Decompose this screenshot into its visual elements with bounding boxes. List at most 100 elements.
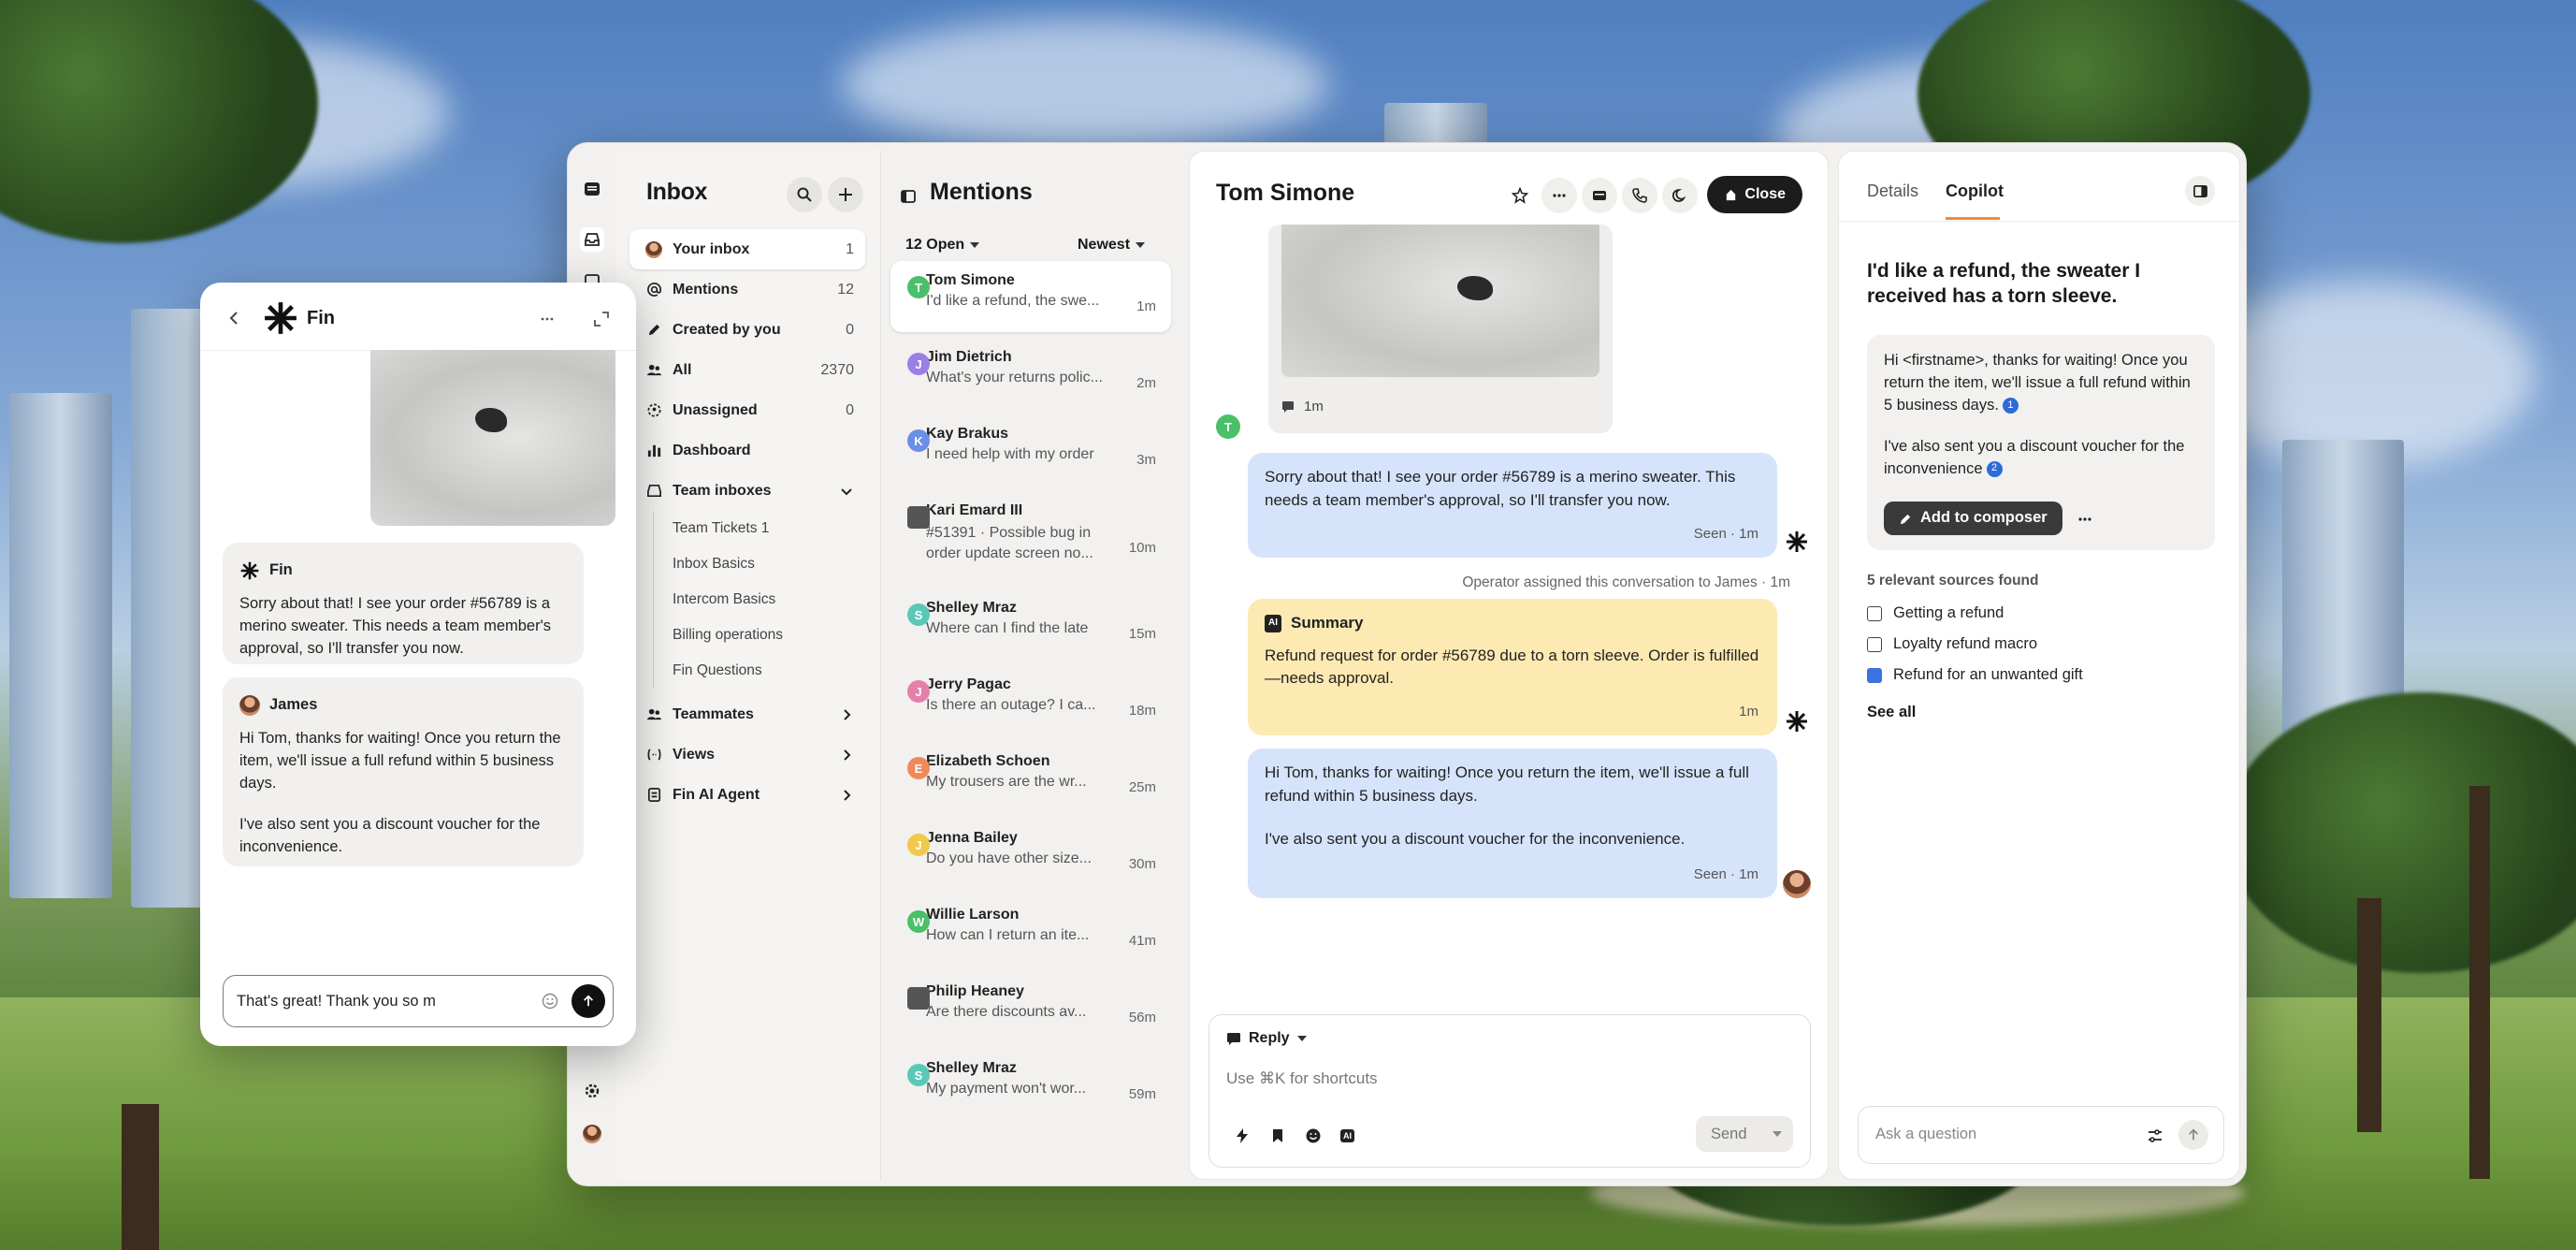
citation-badge[interactable]: 2: [1986, 460, 2003, 477]
ai-compose-icon[interactable]: AI: [1340, 1129, 1354, 1142]
conversation-item[interactable]: E Elizabeth Schoen My trousers are the wr.…: [890, 742, 1171, 813]
bookmark-icon[interactable]: [1269, 1127, 1286, 1144]
conversation-item[interactable]: S Shelley Mraz My payment won't wor... 59m: [890, 1049, 1171, 1120]
nav-teammates[interactable]: Teammates: [630, 694, 865, 734]
tab-details[interactable]: Details: [1867, 182, 1918, 201]
back-arrow-icon[interactable]: [226, 311, 241, 326]
nav-mentions[interactable]: Mentions 12: [630, 269, 865, 310]
panel-toggle-button[interactable]: [2185, 176, 2215, 206]
nav-views[interactable]: Views: [630, 734, 865, 775]
reply-input[interactable]: Use ⌘K for shortcuts: [1226, 1069, 1378, 1088]
conversation-time: 25m: [1128, 779, 1156, 795]
conversation-item[interactable]: Philip Heaney Are there discounts av... 56…: [890, 972, 1171, 1043]
nav-count: 2370: [820, 361, 854, 378]
people-icon: [644, 705, 663, 724]
conversation-item[interactable]: K Kay Brakus I need help with my order 3m: [890, 414, 1171, 486]
nav-count: 0: [846, 321, 854, 338]
nav-dashboard[interactable]: Dashboard: [630, 430, 865, 471]
chevron-right-icon: [844, 749, 851, 761]
conversation-panel: Tom Simone Close 1m T Sorry about that! …: [1189, 151, 1829, 1180]
settings-gear-icon[interactable]: [580, 1079, 604, 1103]
arrow-up-icon: [2189, 1128, 2198, 1141]
workspace-logo-icon[interactable]: [580, 177, 604, 201]
ask-placeholder: Ask a question: [1875, 1126, 1977, 1142]
expand-icon[interactable]: [593, 311, 610, 327]
filter-sliders-icon[interactable]: [2147, 1127, 2164, 1144]
conversation-item[interactable]: J Jim Dietrich What's your returns polic..…: [890, 338, 1171, 409]
conversation-name: Kay Brakus: [926, 426, 1009, 442]
nav-unassigned[interactable]: Unassigned 0: [630, 390, 865, 430]
new-conversation-button[interactable]: [828, 177, 863, 212]
sort-dropdown[interactable]: Newest: [1078, 237, 1146, 254]
conversation-item[interactable]: S Shelley Mraz Where can I find the late 15…: [890, 589, 1171, 660]
star-icon: [1512, 187, 1528, 204]
nav-created-by-you[interactable]: Created by you 0: [630, 310, 865, 350]
reply-mode-dropdown[interactable]: Reply: [1226, 1030, 1307, 1047]
nav-label: Dashboard: [673, 442, 751, 458]
conversation-item[interactable]: W Willie Larson How can I return an ite...…: [890, 895, 1171, 967]
source-item[interactable]: Refund for an unwanted gift: [1867, 666, 2083, 684]
inbox-icon[interactable]: [580, 227, 604, 252]
user-avatar[interactable]: [580, 1122, 604, 1146]
nav-your-inbox[interactable]: Your inbox 1: [630, 229, 865, 269]
widget-message-input[interactable]: That's great! Thank you so m: [223, 975, 614, 1027]
nav-fin-ai-agent[interactable]: Fin AI Agent: [630, 775, 865, 815]
sender-name: Fin: [269, 561, 293, 578]
conversation-item[interactable]: J Jerry Pagac Is there an outage? I ca... 1…: [890, 665, 1171, 736]
conversation-name: Shelley Mraz: [926, 600, 1017, 616]
star-button[interactable]: [1502, 178, 1538, 213]
team-inbox-item[interactable]: Fin Questions: [653, 653, 865, 689]
message-text: Sorry about that! I see your order #5678…: [239, 594, 551, 657]
team-inbox-item[interactable]: Inbox Basics: [653, 546, 865, 582]
see-all-link[interactable]: See all: [1867, 704, 1916, 721]
chevron-right-icon: [844, 708, 851, 720]
snooze-button[interactable]: [1662, 178, 1698, 213]
conversation-item[interactable]: J Jenna Bailey Do you have other size... 30…: [890, 819, 1171, 890]
tab-copilot[interactable]: Copilot: [1946, 182, 2004, 201]
call-button[interactable]: [1622, 178, 1657, 213]
conversation-preview: Where can I find the late: [926, 620, 1089, 636]
conversation-name: Kari Emard III: [926, 502, 1023, 518]
close-conversation-button[interactable]: Close: [1707, 176, 1802, 213]
source-item[interactable]: Getting a refund: [1867, 604, 2004, 622]
team-inbox-item[interactable]: Intercom Basics: [653, 582, 865, 618]
ellipsis-icon[interactable]: [2077, 511, 2093, 528]
search-button[interactable]: [787, 177, 822, 212]
app-window: Inbox Your inbox 1 Mentions 12 Created b…: [567, 142, 2247, 1186]
more-options-button[interactable]: [1541, 178, 1577, 213]
emoji-icon[interactable]: [542, 993, 558, 1010]
conversation-preview: How can I return an ite...: [926, 927, 1090, 943]
widget-agent-message: James Hi Tom, thanks for waiting! Once y…: [223, 677, 584, 866]
emoji-icon[interactable]: [1305, 1127, 1322, 1144]
widget-send-button[interactable]: [572, 984, 605, 1018]
sidebar-toggle-icon[interactable]: [900, 188, 917, 205]
team-inbox-item[interactable]: Team Tickets 1: [653, 511, 865, 546]
lightning-icon[interactable]: [1234, 1127, 1251, 1144]
nav-label: Team inboxes: [673, 482, 772, 499]
nav-team-inboxes[interactable]: Team inboxes: [630, 471, 865, 511]
add-to-composer-button[interactable]: Add to composer: [1884, 501, 2062, 535]
send-button[interactable]: Send: [1696, 1116, 1793, 1152]
ticket-icon: [1593, 191, 1606, 200]
ellipsis-icon[interactable]: [539, 311, 556, 327]
status-filter-dropdown[interactable]: 12 Open: [905, 237, 980, 254]
image-attachment[interactable]: 1m: [1268, 225, 1613, 433]
sweater-photo[interactable]: [370, 350, 615, 526]
sender-name: James: [269, 696, 318, 713]
summary-label: Summary: [1291, 614, 1364, 632]
nav-all[interactable]: All 2370: [630, 350, 865, 390]
conversation-name: Jim Dietrich: [926, 349, 1012, 365]
ask-question-input[interactable]: Ask a question: [1858, 1106, 2224, 1164]
copilot-answer-card: Hi <firstname>, thanks for waiting! Once…: [1867, 335, 2215, 550]
team-inbox-item[interactable]: Billing operations: [653, 618, 865, 653]
ask-submit-button[interactable]: [2178, 1120, 2208, 1150]
conversation-item[interactable]: Kari Emard III #51391 · Possible bug in o…: [890, 491, 1171, 562]
source-item[interactable]: Loyalty refund macro: [1867, 635, 2037, 653]
moon-icon: [1672, 189, 1686, 202]
citation-badge[interactable]: 1: [2002, 397, 2019, 414]
ticket-button[interactable]: [1582, 178, 1617, 213]
reply-composer[interactable]: Reply Use ⌘K for shortcuts AI Send: [1208, 1014, 1811, 1168]
close-label: Close: [1744, 186, 1786, 202]
caret-down-icon: [1136, 242, 1146, 248]
conversation-item[interactable]: T Tom Simone I'd like a refund, the swe...…: [890, 261, 1171, 332]
